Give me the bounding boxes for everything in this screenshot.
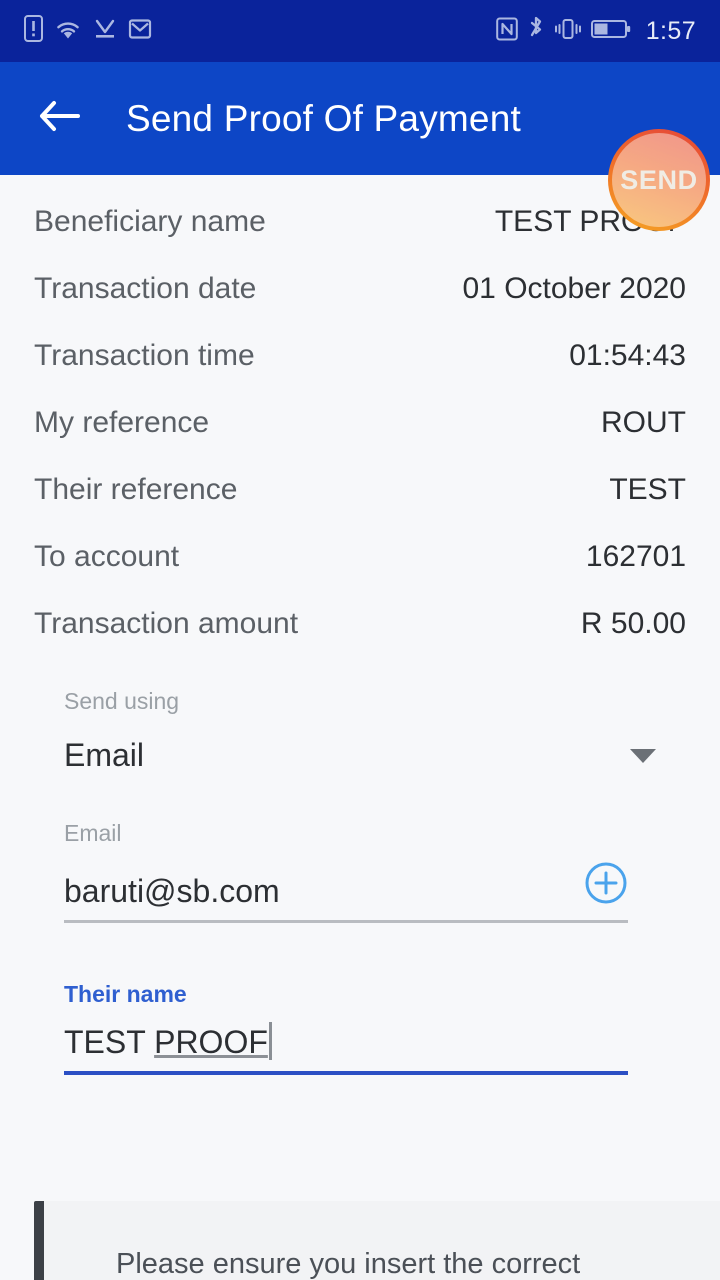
their-name-underline	[64, 1071, 628, 1075]
email-input[interactable]: baruti@sb.com	[64, 873, 280, 920]
send-form: Send using Email Email baruti@sb.com The…	[0, 688, 720, 1075]
table-row: Beneficiary name TEST PROOF	[34, 205, 686, 272]
email-field: Email baruti@sb.com	[34, 820, 686, 923]
back-arrow-icon	[37, 99, 83, 138]
row-value: 01:54:43	[569, 339, 686, 372]
back-button[interactable]	[22, 81, 98, 157]
table-row: Transaction time 01:54:43	[34, 339, 686, 406]
send-button[interactable]: SEND	[608, 129, 710, 231]
email-input-row[interactable]: baruti@sb.com	[34, 861, 686, 920]
app-bar: Send Proof Of Payment SEND	[0, 62, 720, 227]
their-name-label: Their name	[64, 981, 187, 1007]
chevron-down-icon	[630, 748, 656, 763]
wifi-icon	[54, 17, 82, 46]
their-name-input[interactable]: TEST PROOF	[64, 1022, 272, 1071]
their-name-field: Their name TEST PROOF	[34, 981, 686, 1075]
status-bar-left-icons	[24, 15, 152, 47]
send-using-label: Send using	[64, 688, 180, 714]
row-value: ROUT	[601, 406, 686, 439]
battery-icon	[590, 18, 631, 45]
row-label: Transaction time	[34, 339, 255, 372]
table-row: To account 162701	[34, 540, 686, 607]
row-label: Their reference	[34, 473, 238, 506]
their-name-input-row[interactable]: TEST PROOF	[34, 1022, 686, 1071]
mail-icon	[128, 17, 152, 46]
bluetooth-icon	[527, 16, 545, 47]
send-button-label: SEND	[620, 164, 698, 195]
row-value: 162701	[585, 540, 686, 573]
row-value: 01 October 2020	[462, 272, 687, 305]
transaction-details-list: Beneficiary name TEST PROOF Transaction …	[0, 175, 720, 674]
plus-circle-icon[interactable]	[584, 861, 628, 910]
note-text: Please ensure you insert the correct rec…	[116, 1248, 581, 1280]
download-check-icon	[93, 17, 117, 46]
status-bar: 1:57	[0, 0, 720, 62]
their-name-prefix: TEST	[64, 1024, 155, 1060]
table-row: Transaction amount R 50.00	[34, 607, 686, 674]
nfc-icon	[495, 17, 518, 46]
info-note-card: Please ensure you insert the correct rec…	[34, 1201, 720, 1280]
their-name-spellchecked-word: PROOF	[154, 1024, 268, 1060]
sim-alert-icon	[24, 15, 43, 47]
page-title: Send Proof Of Payment	[126, 97, 521, 139]
row-label: My reference	[34, 406, 210, 439]
note-accent-bar	[34, 1201, 44, 1280]
table-row: Their reference TEST	[34, 473, 686, 540]
row-label: To account	[34, 540, 180, 573]
send-using-value: Email	[64, 737, 145, 773]
table-row: My reference ROUT	[34, 406, 686, 473]
email-underline	[64, 920, 628, 923]
status-bar-right-icons: 1:57	[495, 16, 696, 47]
vibrate-icon	[554, 17, 582, 46]
row-label: Transaction amount	[34, 607, 299, 640]
table-row: Transaction date 01 October 2020	[34, 272, 686, 339]
row-value: TEST	[609, 473, 686, 506]
send-using-field: Send using Email	[34, 688, 686, 774]
row-label: Transaction date	[34, 272, 257, 305]
send-proof-of-payment-screen: 1:57 Send Proof Of Payment SEND Benefici…	[0, 0, 720, 1280]
email-label: Email	[64, 820, 122, 846]
send-using-select[interactable]: Email	[34, 737, 686, 774]
row-value: R 50.00	[580, 607, 686, 640]
status-bar-clock: 1:57	[645, 16, 696, 45]
row-label: Beneficiary name	[34, 205, 266, 238]
text-cursor	[268, 1022, 272, 1060]
